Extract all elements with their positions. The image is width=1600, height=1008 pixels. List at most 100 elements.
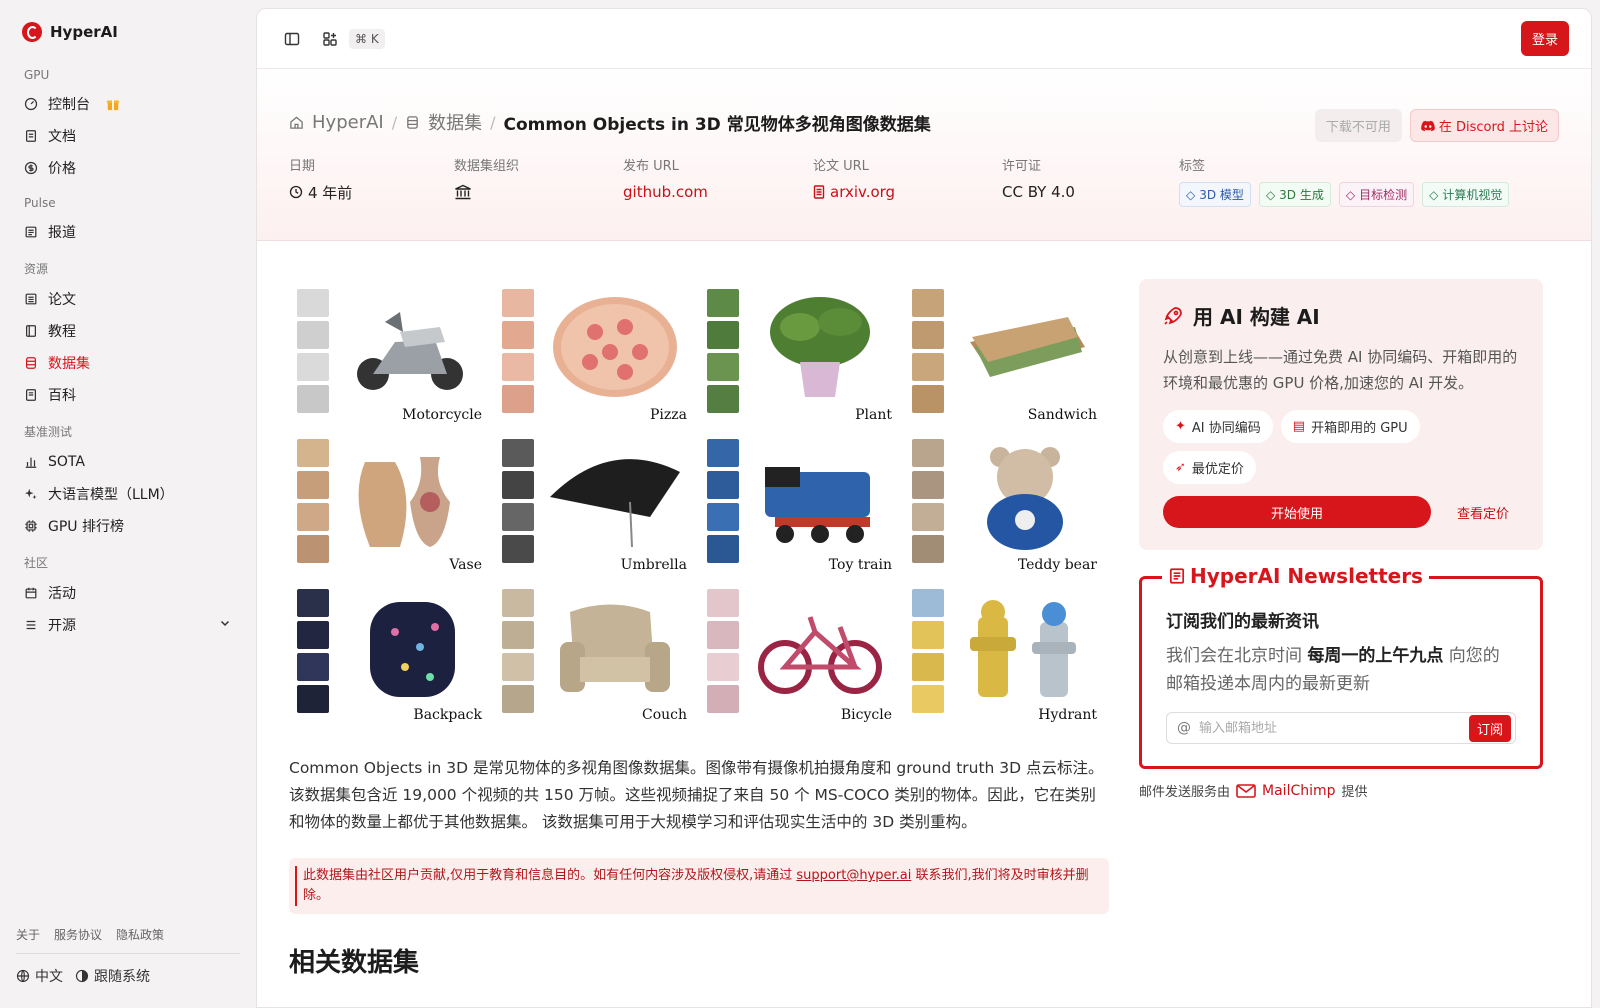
sandwich-image (956, 291, 1094, 403)
date-value: 4 年前 (308, 183, 353, 202)
tag-3d-generation[interactable]: ◇ 3D 生成 (1258, 182, 1331, 207)
breadcrumb-home[interactable]: HyperAI (312, 112, 384, 133)
terms-link[interactable]: 服务协议 (54, 926, 102, 943)
promo-title-text: 用 AI 构建 AI (1193, 305, 1320, 329)
tag-object-detection[interactable]: ◇ 目标检测 (1338, 182, 1415, 207)
sidebar-item-sota[interactable]: SOTA (16, 446, 239, 478)
globe-icon (16, 969, 30, 983)
dataset-sample-figure: Motorcycle Pizza Plant Sandwich Vase Umb… (289, 271, 1109, 727)
dollar-icon (24, 161, 38, 175)
sidebar-item-open-source[interactable]: 开源 (16, 609, 239, 641)
email-input[interactable] (1199, 720, 1469, 736)
header-actions: 下载不可用 在 Discord 上讨论 (1314, 109, 1559, 142)
tag-label: 目标检测 (1359, 188, 1408, 202)
breadcrumb-section[interactable]: 数据集 (428, 109, 482, 135)
theme-switcher[interactable]: 跟随系统 (75, 966, 150, 986)
nav-group-resources: 资源 (24, 262, 49, 276)
newsletter-desc-bold: 每周一的上午九点 (1307, 646, 1444, 666)
hydrant-image (956, 591, 1094, 703)
main-panel: ⌘ K 登录 HyperAI / 数据集 / Common Objects in… (256, 8, 1592, 1008)
paper-url-label: arxiv.org (830, 183, 896, 201)
teddy-bear-image (956, 441, 1094, 553)
caption: Vase (449, 557, 482, 573)
sidebar-item-console[interactable]: 控制台 (16, 88, 239, 120)
sidebar-item-datasets[interactable]: 数据集 (16, 347, 239, 379)
mail-note-after: 提供 (1341, 785, 1368, 800)
promo-actions: 开始使用 查看定价 (1163, 496, 1519, 528)
subscribe-button[interactable]: 订阅 (1468, 714, 1511, 742)
tag-icon: ◇ (1345, 187, 1356, 202)
breadcrumb-separator: / (391, 112, 398, 132)
document-icon (24, 129, 38, 143)
plant-image (751, 291, 889, 403)
meta-label: 日期 (289, 159, 316, 174)
command-shortcut[interactable]: ⌘ K (349, 28, 385, 49)
tag-computer-vision[interactable]: ◇ 计算机视觉 (1422, 182, 1510, 207)
about-link[interactable]: 关于 (16, 926, 40, 943)
get-started-button[interactable]: 开始使用 (1163, 496, 1431, 528)
paper-url-link[interactable]: arxiv.org (813, 182, 1002, 202)
view-thumbnails (912, 589, 946, 713)
sidebar-item-llm[interactable]: 大语言模型（LLM） (16, 478, 239, 510)
sidebar-item-pricing[interactable]: 价格 (16, 152, 239, 184)
discord-label: 在 Discord 上讨论 (1438, 120, 1548, 135)
brand[interactable]: HyperAI (16, 18, 239, 46)
list-icon (24, 618, 38, 632)
nav-group-community: 社区 (24, 556, 49, 570)
view-pricing-link[interactable]: 查看定价 (1457, 503, 1509, 522)
discord-button[interactable]: 在 Discord 上讨论 (1409, 109, 1559, 142)
sidebar-item-papers[interactable]: 论文 (16, 283, 239, 315)
footer-links: 关于 服务协议 隐私政策 (16, 926, 240, 954)
book-icon (24, 324, 38, 338)
caption: Bicycle (840, 707, 892, 723)
download-button[interactable]: 下载不可用 (1314, 109, 1402, 142)
login-button[interactable]: 登录 (1520, 21, 1569, 56)
nav-group-benchmarks: 基准测试 (24, 425, 73, 439)
apps-icon[interactable] (317, 26, 343, 52)
caption: Motorcycle (402, 407, 482, 423)
sample-toy-train: Toy train (699, 431, 904, 581)
sidebar-item-label: 论文 (48, 292, 76, 308)
tag-list: ◇ 3D 模型 ◇ 3D 生成 ◇ 目标检测 ◇ 计算机视觉 (1179, 182, 1510, 207)
database-icon (407, 115, 418, 129)
view-thumbnails (912, 439, 946, 563)
mail-note-before: 邮件发送服务由 (1139, 785, 1231, 800)
support-email-link[interactable]: support@hyper.ai (796, 868, 911, 883)
chevron-down-icon[interactable] (219, 617, 231, 633)
chip-label: 最优定价 (1191, 462, 1244, 477)
language-switcher[interactable]: 中文 (16, 966, 63, 986)
rocket-icon (1164, 306, 1182, 325)
view-thumbnails (297, 589, 331, 713)
theme-label: 跟随系统 (94, 969, 150, 985)
sidebar-item-label: 文档 (48, 129, 76, 145)
sample-backpack: Backpack (289, 581, 494, 727)
privacy-link[interactable]: 隐私政策 (116, 926, 164, 943)
sidebar-item-tutorials[interactable]: 教程 (16, 315, 239, 347)
meta-label: 标签 (1179, 159, 1206, 174)
mailchimp-link[interactable]: MailChimp (1262, 783, 1336, 799)
sparkles-icon: ✦ (1175, 419, 1186, 434)
sidebar-item-gpu-leaderboard[interactable]: GPU 排行榜 (16, 510, 239, 542)
sidebar-item-news[interactable]: 报道 (16, 216, 239, 248)
tag-label: 3D 生成 (1279, 188, 1324, 202)
tag-3d-model[interactable]: ◇ 3D 模型 (1179, 182, 1251, 207)
feature-ready-gpu: ▤ 开箱即用的 GPU (1280, 410, 1420, 443)
vase-image (341, 441, 479, 553)
related-datasets-title: 相关数据集 (289, 948, 420, 978)
publish-url-link[interactable]: github.com (623, 182, 813, 202)
cpu-icon (24, 519, 38, 533)
page-title: Common Objects in 3D 常见物体多视角图像数据集 (503, 114, 931, 135)
sample-grid: Motorcycle Pizza Plant Sandwich Vase Umb… (289, 271, 1109, 727)
sample-teddy-bear: Teddy bear (904, 431, 1109, 581)
tag-icon: ◇ (1265, 187, 1276, 202)
sidebar-item-wiki[interactable]: 百科 (16, 379, 239, 411)
couch-image (546, 591, 684, 703)
promo-features: ✦ AI 协同编码 ▤ 开箱即用的 GPU ➶ 最优定价 (1163, 410, 1519, 484)
view-thumbnails (502, 439, 536, 563)
sidebar-toggle-icon[interactable] (279, 26, 305, 52)
view-thumbnails (297, 289, 331, 413)
sidebar-item-docs[interactable]: 文档 (16, 120, 239, 152)
sidebar-item-events[interactable]: 活动 (16, 577, 239, 609)
breadcrumb-separator: / (490, 112, 496, 132)
view-thumbnails (297, 439, 331, 563)
